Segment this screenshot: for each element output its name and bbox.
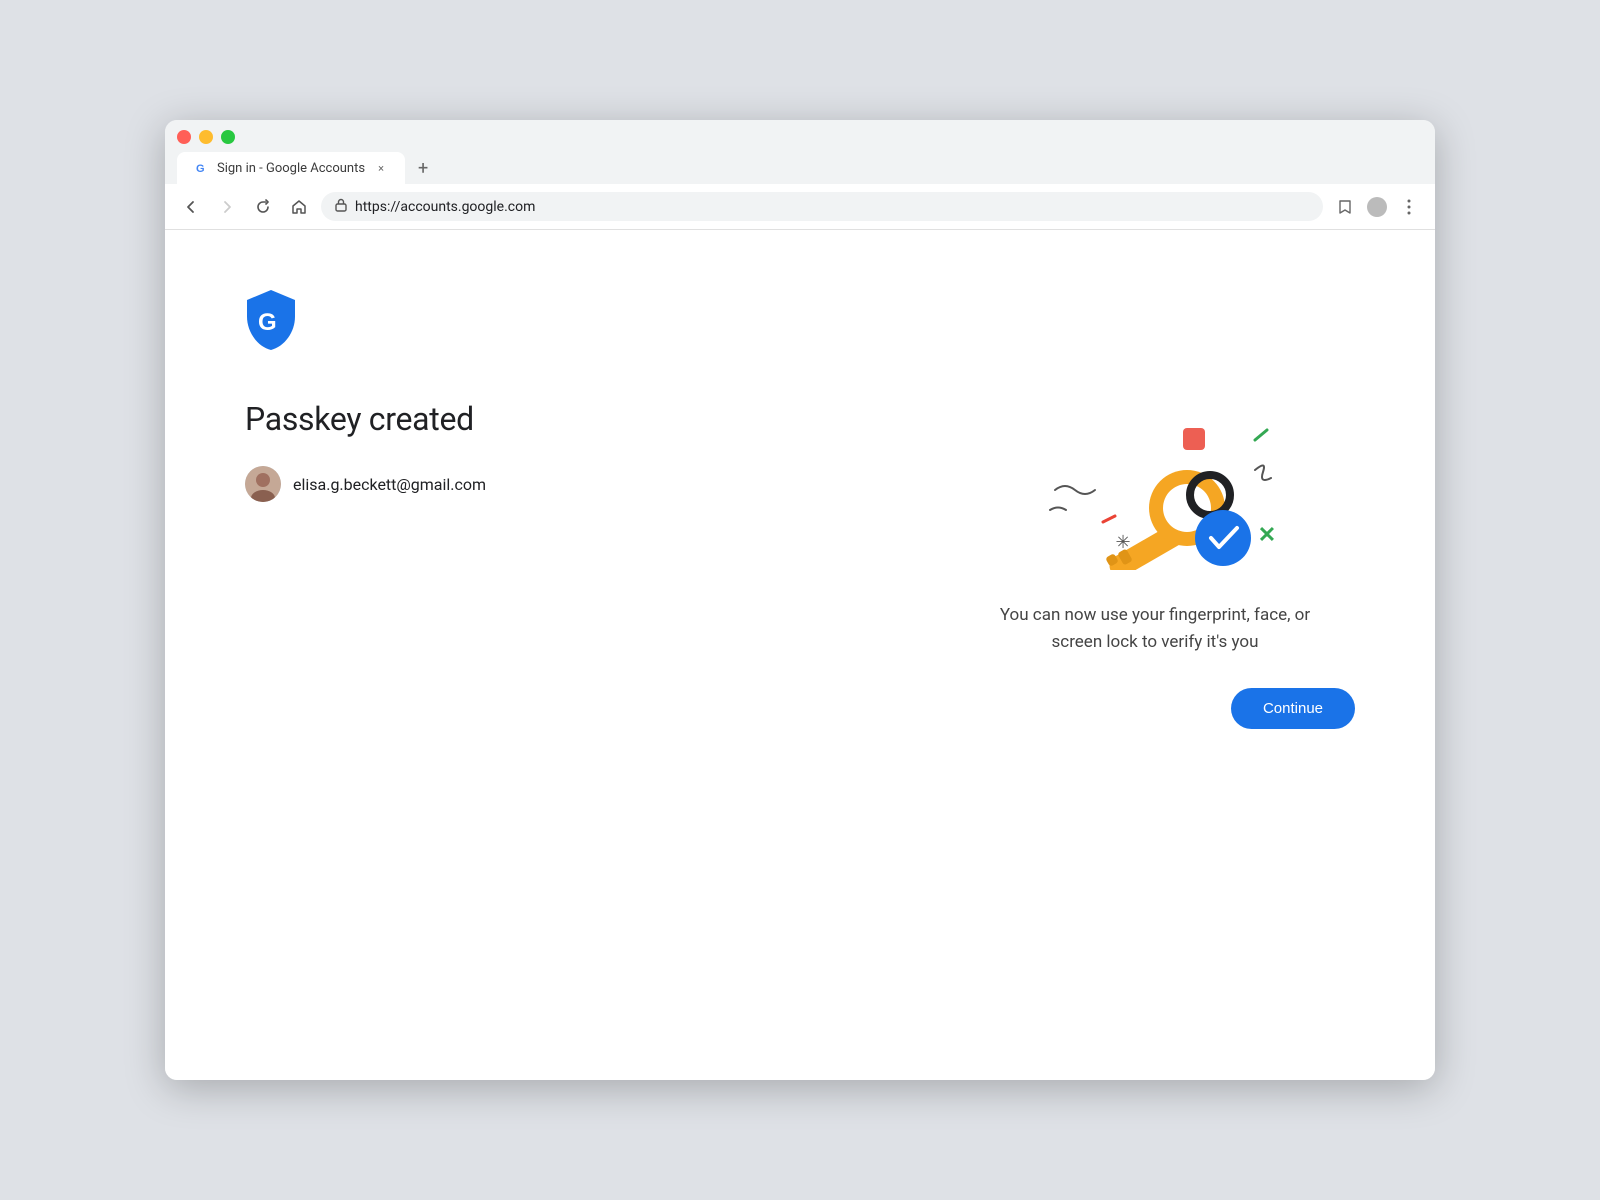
tabs-row: G Sign in - Google Accounts × +	[177, 152, 1423, 184]
reload-button[interactable]	[249, 193, 277, 221]
address-bar[interactable]: https://accounts.google.com	[321, 192, 1323, 221]
back-button[interactable]	[177, 193, 205, 221]
content-layout: Passkey created elisa.g.beckett@gmail.co…	[245, 390, 1355, 1020]
continue-button[interactable]: Continue	[1231, 688, 1355, 729]
more-menu-button[interactable]	[1395, 193, 1423, 221]
user-row: elisa.g.beckett@gmail.com	[245, 466, 486, 502]
traffic-lights	[177, 130, 1423, 144]
maximize-window-button[interactable]	[221, 130, 235, 144]
home-button[interactable]	[285, 193, 313, 221]
address-text: https://accounts.google.com	[355, 199, 1309, 215]
lock-icon	[335, 198, 347, 215]
page-content: G Passkey created elisa.g.beckett@gmail.…	[165, 230, 1435, 1080]
active-tab[interactable]: G Sign in - Google Accounts ×	[177, 152, 405, 184]
tab-close-button[interactable]: ×	[373, 160, 389, 176]
tab-title: Sign in - Google Accounts	[217, 161, 365, 176]
minimize-window-button[interactable]	[199, 130, 213, 144]
user-avatar	[245, 466, 281, 502]
bookmark-button[interactable]	[1331, 193, 1359, 221]
key-illustration: ✳ ✕	[995, 390, 1315, 570]
forward-button[interactable]	[213, 193, 241, 221]
user-email: elisa.g.beckett@gmail.com	[293, 475, 486, 494]
google-shield-logo: G	[245, 290, 1355, 390]
svg-text:G: G	[258, 309, 277, 336]
right-section: ✳ ✕	[955, 390, 1355, 729]
nav-actions	[1331, 193, 1423, 221]
nav-bar: https://accounts.google.com	[165, 184, 1435, 230]
title-bar: G Sign in - Google Accounts × +	[165, 120, 1435, 184]
page-title: Passkey created	[245, 400, 486, 438]
tab-favicon: G	[193, 160, 209, 176]
svg-text:G: G	[196, 163, 205, 175]
left-section: Passkey created elisa.g.beckett@gmail.co…	[245, 390, 486, 502]
browser-window: G Sign in - Google Accounts × +	[165, 120, 1435, 1080]
svg-text:✕: ✕	[1258, 523, 1276, 548]
description-text: You can now use your fingerprint, face, …	[975, 602, 1335, 656]
new-tab-button[interactable]: +	[409, 154, 437, 182]
user-avatar-nav[interactable]	[1363, 193, 1391, 221]
close-window-button[interactable]	[177, 130, 191, 144]
